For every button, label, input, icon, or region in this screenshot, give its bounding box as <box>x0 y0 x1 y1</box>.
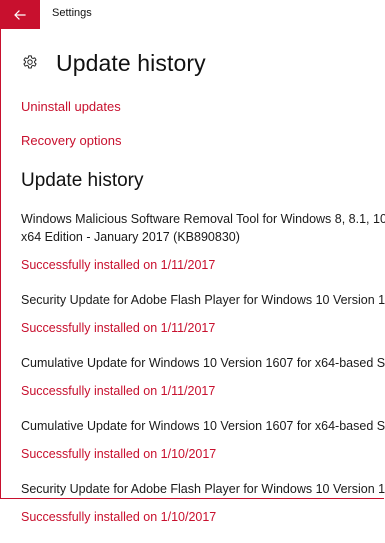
list-item: Windows Malicious Software Removal Tool … <box>21 210 385 274</box>
update-name: Windows Malicious Software Removal Tool … <box>21 212 385 226</box>
update-name: Cumulative Update for Windows 10 Version… <box>21 419 385 433</box>
update-status-link[interactable]: Successfully installed on 1/11/2017 <box>21 319 385 337</box>
update-name: x64 Edition - January 2017 (KB890830) <box>21 230 240 244</box>
recovery-options-link[interactable]: Recovery options <box>21 133 121 148</box>
update-name: Security Update for Adobe Flash Player f… <box>21 293 385 307</box>
uninstall-updates-link[interactable]: Uninstall updates <box>21 99 121 114</box>
update-status-link[interactable]: Successfully installed on 1/10/2017 <box>21 508 385 526</box>
page-header: Update history <box>21 50 206 76</box>
page-title: Update history <box>56 49 206 76</box>
update-status-link[interactable]: Successfully installed on 1/10/2017 <box>21 445 385 463</box>
window-title: Settings <box>52 7 92 19</box>
section-title: Update history <box>21 170 144 191</box>
list-item: Security Update for Adobe Flash Player f… <box>21 291 385 337</box>
back-button[interactable] <box>0 0 40 29</box>
back-arrow-icon <box>14 9 26 20</box>
update-name: Security Update for Adobe Flash Player f… <box>21 482 385 496</box>
list-item: Cumulative Update for Windows 10 Version… <box>21 354 385 400</box>
update-status-link[interactable]: Successfully installed on 1/11/2017 <box>21 256 385 274</box>
list-item: Security Update for Adobe Flash Player f… <box>21 480 385 526</box>
gear-icon <box>23 55 37 69</box>
list-item: Cumulative Update for Windows 10 Version… <box>21 417 385 463</box>
update-name: Cumulative Update for Windows 10 Version… <box>21 356 385 370</box>
update-status-link[interactable]: Successfully installed on 1/11/2017 <box>21 382 385 400</box>
update-list: Windows Malicious Software Removal Tool … <box>21 210 385 543</box>
title-bar: Settings <box>0 0 385 29</box>
